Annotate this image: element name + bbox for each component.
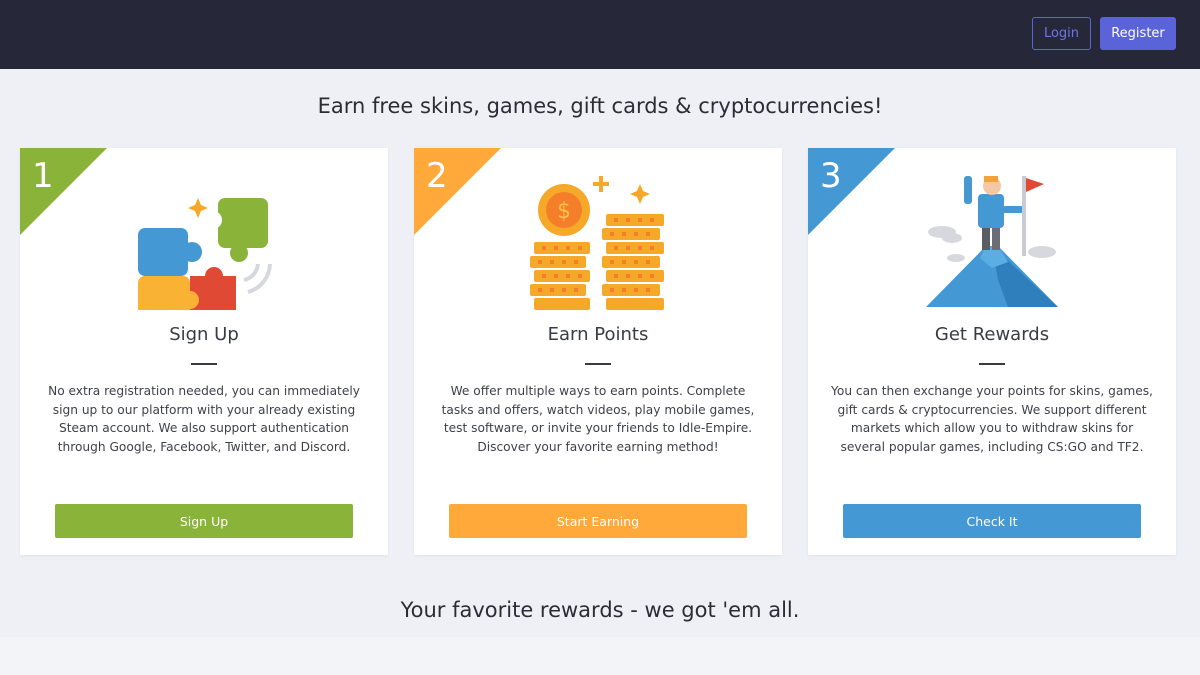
bottom-section: [0, 637, 1200, 675]
title-divider: [191, 363, 217, 365]
start-earning-button[interactable]: Start Earning: [449, 504, 747, 538]
step-number: 3: [820, 156, 842, 196]
top-navbar: Login Register: [0, 0, 1200, 69]
step-number: 2: [426, 156, 448, 196]
login-button[interactable]: Login: [1032, 17, 1091, 50]
step-number: 1: [32, 156, 54, 196]
register-button[interactable]: Register: [1100, 17, 1176, 50]
svg-text:$: $: [557, 199, 571, 224]
sign-up-button[interactable]: Sign Up: [55, 504, 353, 538]
check-it-button[interactable]: Check It: [843, 504, 1141, 538]
page-headline: Earn free skins, games, gift cards & cry…: [317, 94, 883, 118]
rewards-headline: Your favorite rewards - we got 'em all.: [400, 598, 800, 622]
card-title: Get Rewards: [934, 324, 1050, 345]
card-title: Earn Points: [547, 324, 649, 345]
puzzle-icon: [138, 198, 272, 310]
card-description: We offer multiple ways to earn points. C…: [441, 384, 755, 454]
card-title: Sign Up: [169, 324, 239, 345]
title-divider: [585, 363, 611, 365]
card-description: You can then exchange your points for sk…: [831, 384, 1153, 454]
mountain-flag-icon: [926, 176, 1058, 307]
card-get-rewards: 3 Get Rewards You can then exchange your…: [808, 148, 1176, 555]
coins-icon: $: [530, 176, 664, 310]
card-description: No extra registration needed, you can im…: [48, 384, 360, 454]
title-divider: [979, 363, 1005, 365]
card-earn-points: 2 $ Earn Points We offer multiple ways t…: [414, 148, 782, 555]
card-sign-up: 1 Sign Up No extra registration needed, …: [20, 148, 388, 555]
